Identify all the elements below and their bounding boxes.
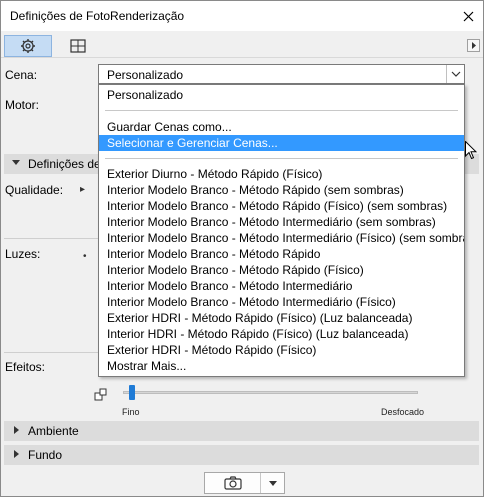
section-background[interactable]: Fundo xyxy=(4,445,479,465)
slider-max-label: Desfocado xyxy=(381,407,425,417)
tab-settings[interactable] xyxy=(4,35,52,57)
dropdown-separator xyxy=(105,110,458,111)
scene-select[interactable]: Personalizado xyxy=(98,64,465,84)
scene-preset-item[interactable]: Interior HDRI - Método Rápido (Físico) (… xyxy=(99,326,464,342)
blur-slider-thumb[interactable] xyxy=(129,385,135,400)
scene-preset-item[interactable]: Interior Modelo Branco - Método Intermed… xyxy=(99,294,464,310)
scene-preset-item[interactable]: Interior Modelo Branco - Método Intermed… xyxy=(99,230,464,246)
scene-preset-item[interactable]: Interior Modelo Branco - Método Intermed… xyxy=(99,278,464,294)
scene-preset-item[interactable]: Exterior Diurno - Método Rápido (Físico) xyxy=(99,166,464,182)
scene-preset-item[interactable]: Interior Modelo Branco - Método Rápido (… xyxy=(99,198,464,214)
slider-min-label: Fino xyxy=(122,407,140,417)
dropdown-separator xyxy=(105,158,458,159)
render-button[interactable] xyxy=(205,473,261,493)
scene-preset-item[interactable]: Interior Modelo Branco - Método Rápido xyxy=(99,246,464,262)
gear-icon xyxy=(21,39,35,53)
chevron-down-icon xyxy=(268,480,277,486)
section-ambient-label: Ambiente xyxy=(28,424,79,438)
scene-preset-item[interactable]: Interior Modelo Branco - Método Intermed… xyxy=(99,214,464,230)
divider xyxy=(4,352,98,353)
close-button[interactable] xyxy=(453,1,483,31)
quality-control-fragment: ▸ xyxy=(80,184,86,195)
scene-dropdown-button[interactable] xyxy=(446,65,464,83)
expand-down-icon xyxy=(12,160,20,165)
camera-icon xyxy=(223,476,242,490)
window-title: Definições de FotoRenderização xyxy=(10,9,185,23)
view-grid-icon xyxy=(70,39,86,53)
tab-view[interactable] xyxy=(54,35,102,57)
mouse-cursor-icon xyxy=(465,141,477,160)
scene-option-show-more[interactable]: Mostrar Mais... xyxy=(99,358,464,374)
expand-right-icon xyxy=(14,450,19,458)
effects-label: Efeitos: xyxy=(5,360,46,374)
scene-option-save-as[interactable]: Guardar Cenas como... xyxy=(99,119,464,135)
scene-preset-item[interactable]: Exterior HDRI - Método Rápido (Físico) xyxy=(99,342,464,358)
section-ambient[interactable]: Ambiente xyxy=(4,421,479,441)
scene-preset-item[interactable]: Exterior HDRI - Método Rápido (Físico) (… xyxy=(99,310,464,326)
close-icon xyxy=(463,11,473,21)
section-detailed-label: Definições de xyxy=(28,157,101,171)
depth-of-field-icon xyxy=(94,388,107,401)
render-options-button[interactable] xyxy=(261,473,284,493)
scene-dropdown-list: Personalizado Guardar Cenas como... Sele… xyxy=(98,84,465,377)
chevron-down-icon xyxy=(451,71,460,77)
chevron-right-icon xyxy=(471,42,476,49)
scene-select-value: Personalizado xyxy=(107,68,184,82)
photorender-settings-window: Definições de FotoRenderização Cena: Per… xyxy=(0,0,484,497)
scroll-right-button[interactable] xyxy=(467,39,480,52)
scene-preset-item[interactable]: Interior Modelo Branco - Método Rápido (… xyxy=(99,182,464,198)
blur-slider-track[interactable] xyxy=(123,391,418,394)
toolbar xyxy=(1,32,483,58)
scene-preset-item[interactable]: Interior Modelo Branco - Método Rápido (… xyxy=(99,262,464,278)
expand-right-icon xyxy=(14,426,19,434)
render-button-group xyxy=(204,472,285,494)
quality-label: Qualidade: xyxy=(5,183,64,197)
scene-option-custom[interactable]: Personalizado xyxy=(99,87,464,103)
title-bar: Definições de FotoRenderização xyxy=(1,1,483,31)
scene-option-manage[interactable]: Selecionar e Gerenciar Cenas... xyxy=(99,135,464,151)
section-background-label: Fundo xyxy=(28,448,63,462)
lights-control-fragment: • xyxy=(83,251,87,262)
lights-label: Luzes: xyxy=(5,247,41,261)
engine-label: Motor: xyxy=(5,98,40,112)
divider xyxy=(4,238,98,239)
scene-label: Cena: xyxy=(5,68,38,82)
